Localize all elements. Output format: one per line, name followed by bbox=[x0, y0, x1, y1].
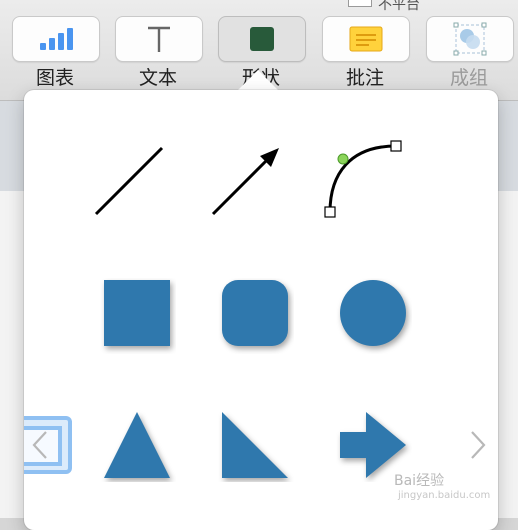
checkbox[interactable] bbox=[348, 0, 372, 7]
toolbar-top-text: 不平台 bbox=[378, 0, 420, 13]
popover-arrow bbox=[236, 70, 280, 92]
text-button[interactable] bbox=[115, 16, 203, 62]
watermark: Bai经验 bbox=[394, 473, 445, 489]
comment-button[interactable] bbox=[322, 16, 410, 62]
line-shape[interactable] bbox=[92, 144, 166, 218]
triangle-shape[interactable] bbox=[100, 408, 176, 482]
chart-button-label: 图表 bbox=[35, 67, 74, 89]
chart-icon bbox=[40, 28, 73, 50]
shape-button[interactable] bbox=[218, 16, 306, 62]
chevron-left-icon[interactable] bbox=[28, 428, 52, 462]
curve-end-handle[interactable] bbox=[390, 140, 402, 152]
comment-button-label: 批注 bbox=[345, 67, 384, 89]
group-icon bbox=[453, 22, 487, 56]
chevron-right-icon[interactable] bbox=[466, 428, 490, 462]
group-button-label: 成组 bbox=[449, 67, 488, 89]
right-triangle-shape[interactable] bbox=[218, 408, 294, 482]
curve-start-handle[interactable] bbox=[324, 206, 336, 218]
arrow-line-shape[interactable] bbox=[208, 144, 284, 218]
text-button-label: 文本 bbox=[138, 67, 177, 89]
rounded-square-shape[interactable] bbox=[218, 278, 294, 354]
chart-button[interactable] bbox=[12, 16, 100, 62]
comment-icon bbox=[349, 26, 383, 52]
circle-shape[interactable] bbox=[336, 278, 412, 354]
curve-shape[interactable] bbox=[320, 136, 406, 220]
curve-control-handle[interactable] bbox=[337, 153, 349, 165]
text-icon bbox=[148, 26, 170, 52]
shape-icon bbox=[250, 27, 274, 51]
watermark-sub: jingyan.baidu.com bbox=[398, 490, 491, 501]
group-button[interactable] bbox=[426, 16, 514, 62]
square-shape[interactable] bbox=[100, 278, 176, 354]
